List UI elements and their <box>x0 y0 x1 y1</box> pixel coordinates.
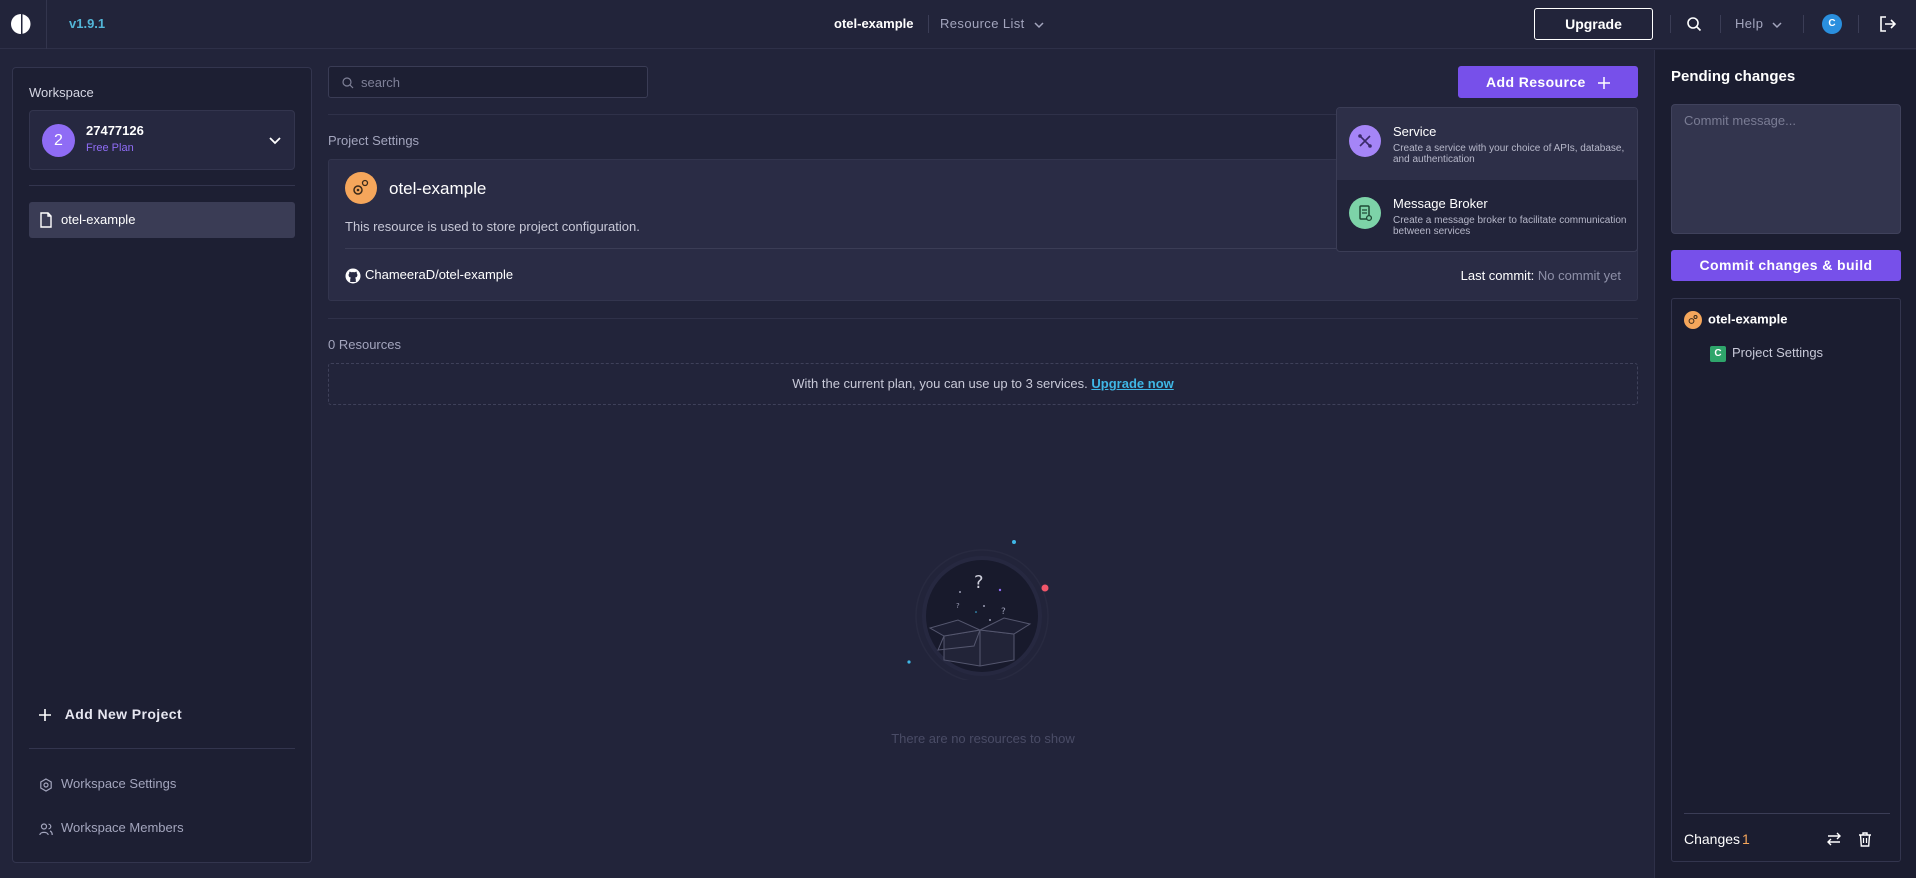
menu-item-title: Message Broker <box>1393 196 1488 211</box>
sidebar: Workspace 2 27477126 Free Plan otel-exam… <box>12 67 312 863</box>
chevron-down-icon[interactable] <box>268 133 282 147</box>
changed-item-project-settings[interactable]: C Project Settings <box>1710 345 1823 362</box>
add-message-broker-menu-item[interactable]: Message Broker Create a message broker t… <box>1337 180 1637 251</box>
resource-list-menu[interactable]: Resource List <box>940 16 1045 31</box>
svg-text:?: ? <box>974 572 984 593</box>
last-commit-label: Last commit: <box>1460 268 1535 283</box>
search-input[interactable] <box>361 67 641 97</box>
plan-limit-text: With the current plan, you can use up to… <box>792 376 1088 391</box>
add-resource-button[interactable]: Add Resource <box>1458 66 1638 98</box>
add-new-project-label: Add New Project <box>64 706 183 722</box>
divider <box>1803 15 1804 33</box>
workspace-settings-link[interactable]: Workspace Settings <box>39 776 176 792</box>
empty-box-illustration: ? ? ? <box>907 540 1049 680</box>
plus-icon <box>1598 77 1610 90</box>
trash-icon[interactable] <box>1858 831 1872 847</box>
resource-list-label: Resource List <box>940 16 1025 31</box>
menu-item-description: Create a message broker to facilitate co… <box>1393 215 1627 237</box>
search-icon <box>342 77 354 89</box>
add-new-project-button[interactable]: Add New Project <box>39 706 182 722</box>
workspace-selector[interactable]: 2 27477126 Free Plan <box>29 110 295 170</box>
last-commit-value: No commit yet <box>1537 268 1621 283</box>
top-bar: v1.9.1 otel-example Resource List Upgrad… <box>0 0 1916 49</box>
project-title: otel-example <box>834 16 914 31</box>
divider <box>1670 15 1671 33</box>
project-settings-heading: Project Settings <box>328 133 420 148</box>
chevron-down-icon <box>1772 22 1782 28</box>
workspace-avatar: 2 <box>42 124 75 157</box>
divider <box>328 318 1638 319</box>
commit-and-build-button[interactable]: Commit changes & build <box>1671 250 1901 281</box>
user-avatar[interactable]: C <box>1822 14 1842 34</box>
version-label: v1.9.1 <box>69 16 106 31</box>
add-service-menu-item[interactable]: Service Create a service with your choic… <box>1337 108 1637 180</box>
last-commit-info: Last commit: No commit yet <box>1461 268 1621 283</box>
changes-count: 1 <box>1742 831 1750 847</box>
project-gear-icon <box>1684 311 1702 329</box>
divider <box>1720 15 1721 33</box>
chevron-down-icon <box>1034 22 1044 28</box>
menu-item-description: Create a service with your choice of API… <box>1393 143 1625 165</box>
menu-item-title: Service <box>1393 124 1437 139</box>
workspace-name: 27477126 <box>86 123 144 138</box>
resources-count: 0 Resources <box>328 337 401 352</box>
divider <box>46 0 47 49</box>
app-logo-icon[interactable] <box>10 13 32 35</box>
add-resource-label: Add Resource <box>1485 74 1586 90</box>
repository-link[interactable]: ChameeraD/otel-example <box>345 267 513 284</box>
add-resource-dropdown: Service Create a service with your choic… <box>1336 107 1638 252</box>
project-card-description: This resource is used to store project c… <box>345 219 640 234</box>
divider <box>928 15 929 33</box>
workspace-label: Workspace <box>29 85 94 100</box>
workspace-members-label: Workspace Members <box>61 820 184 835</box>
upgrade-now-link[interactable]: Upgrade now <box>1091 376 1173 391</box>
pending-changes-title: Pending changes <box>1671 68 1796 85</box>
compare-icon[interactable] <box>1826 831 1842 847</box>
sidebar-item-otel-example[interactable]: otel-example <box>29 202 295 238</box>
svg-text:?: ? <box>1001 607 1006 617</box>
divider <box>29 748 295 749</box>
help-label: Help <box>1735 16 1764 31</box>
plan-limit-notice: With the current plan, you can use up to… <box>328 363 1638 405</box>
users-icon <box>39 822 53 835</box>
changed-project-name: otel-example <box>1708 311 1788 327</box>
project-settings-icon <box>345 172 377 204</box>
divider <box>29 185 295 186</box>
sidebar-item-label: otel-example <box>61 212 136 227</box>
upgrade-button[interactable]: Upgrade <box>1534 8 1653 40</box>
changed-project[interactable]: otel-example <box>1684 311 1787 329</box>
message-broker-icon <box>1349 197 1381 229</box>
svg-text:?: ? <box>956 602 960 610</box>
workspace-members-link[interactable]: Workspace Members <box>39 820 184 836</box>
changed-item-label: Project Settings <box>1732 345 1824 360</box>
service-icon <box>1349 125 1381 157</box>
changes-list: otel-example C Project Settings Changes 1 <box>1671 298 1901 862</box>
github-icon <box>345 268 361 284</box>
divider <box>1684 813 1890 814</box>
plus-icon <box>39 709 51 722</box>
empty-state-text: There are no resources to show <box>891 731 1075 746</box>
workspace-plan: Free Plan <box>86 142 134 154</box>
commit-message-input[interactable] <box>1671 104 1901 234</box>
document-icon <box>40 212 52 228</box>
search-field[interactable] <box>328 66 648 98</box>
change-type-badge: C <box>1710 345 1726 362</box>
project-card-title: otel-example <box>389 179 487 198</box>
changes-label: Changes <box>1684 831 1741 847</box>
workspace-settings-label: Workspace Settings <box>61 776 177 791</box>
logout-icon[interactable] <box>1879 16 1897 32</box>
pending-changes-panel: Pending changes Commit changes & build o… <box>1654 50 1916 878</box>
repository-name: ChameeraD/otel-example <box>365 267 514 282</box>
help-menu[interactable]: Help <box>1735 16 1783 31</box>
gear-icon <box>40 777 52 792</box>
divider <box>1858 15 1859 33</box>
search-icon[interactable] <box>1686 16 1702 32</box>
